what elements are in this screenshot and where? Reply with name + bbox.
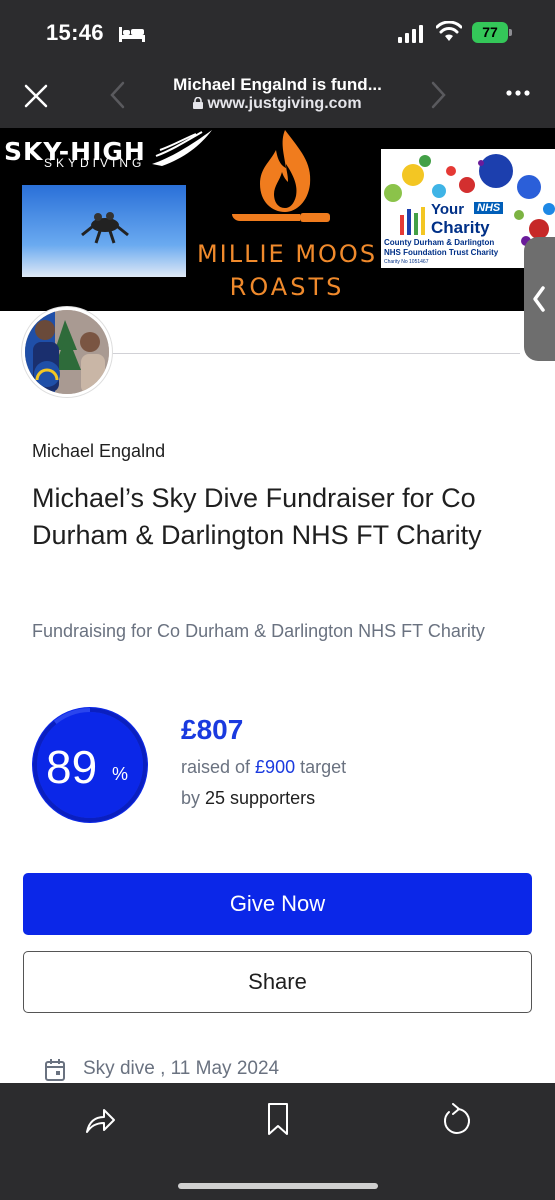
url-text: www.justgiving.com: [207, 95, 362, 112]
progress-percent-sign: %: [112, 764, 129, 784]
wifi-icon: [436, 21, 462, 41]
nhs-trust-line-2: NHS Foundation Trust Charity: [384, 248, 499, 257]
event-date: Sky dive , 11 May 2024: [83, 1058, 280, 1079]
status-time: 15:46: [46, 20, 104, 45]
avatar: [22, 307, 112, 397]
battery-indicator: 77: [472, 22, 512, 43]
supporters-prefix: by: [181, 788, 206, 808]
wings-icon: [152, 130, 212, 166]
skydiving-photo: [22, 185, 186, 277]
reload-icon[interactable]: [440, 1103, 472, 1137]
chevron-left-icon: [533, 286, 545, 312]
close-icon[interactable]: [22, 82, 50, 110]
battery-level: 77: [472, 22, 508, 43]
nhs-your-text: Your: [431, 201, 465, 218]
flame-icon: [260, 130, 311, 212]
home-indicator[interactable]: [178, 1183, 378, 1189]
roasts-text: ROASTS: [229, 273, 345, 301]
raised-target-line: raised of £900 target: [181, 757, 346, 778]
millie-moos-text: MILLIE MOOS: [196, 240, 378, 268]
raised-amount: £807: [181, 714, 244, 745]
side-drawer-handle[interactable]: [524, 237, 555, 361]
browser-toolbar: [0, 1083, 555, 1200]
bars-icon: [400, 207, 425, 235]
sky-high-logo-subtext: SKYDIVING: [44, 156, 146, 170]
forward-icon[interactable]: [428, 80, 448, 110]
target-amount: £900: [255, 757, 296, 777]
nhs-badge: NHS: [474, 202, 504, 214]
back-icon[interactable]: [108, 80, 128, 110]
knife-icon: [232, 213, 330, 222]
calendar-icon: [45, 1059, 65, 1081]
skydiver-icon: [81, 212, 129, 244]
progress-percent: 89: [46, 741, 98, 793]
avatar-photo: [25, 310, 109, 394]
give-now-button[interactable]: Give Now: [23, 873, 532, 935]
fundraising-for-text[interactable]: Fundraising for Co Durham & Darlington N…: [32, 617, 502, 645]
more-icon[interactable]: [504, 88, 532, 98]
bookmark-icon[interactable]: [266, 1102, 290, 1136]
page-title: Michael Engalnd is fund...: [173, 75, 382, 94]
divider: [100, 353, 520, 354]
raised-suffix: target: [295, 757, 347, 777]
signal-icon: [398, 25, 423, 43]
nhs-charity-number: Charity No 1051467: [384, 259, 429, 265]
raised-prefix: raised of: [181, 757, 256, 777]
bed-icon: [119, 27, 145, 42]
nhs-charity-text: Charity: [431, 218, 490, 237]
browser-header: 15:46 77 Michael Engalnd is fund... www.…: [0, 0, 555, 128]
fundraiser-title: Michael’s Sky Dive Fundraiser for Co Dur…: [32, 483, 482, 550]
owner-name[interactable]: Michael Engalnd: [32, 441, 165, 462]
cover-banner: SKY-HIGH SKYDIVING MILLIE MOOS ROASTS Yo…: [0, 128, 555, 311]
nhs-trust-line-1: County Durham & Darlington: [384, 238, 495, 247]
supporters-line: by 25 supporters: [181, 788, 315, 809]
share-button[interactable]: Share: [23, 951, 532, 1013]
page-url[interactable]: www.justgiving.com: [140, 95, 415, 113]
supporters-count[interactable]: 25 supporters: [205, 788, 315, 808]
lock-icon: [193, 97, 204, 109]
share-icon[interactable]: [84, 1104, 116, 1136]
